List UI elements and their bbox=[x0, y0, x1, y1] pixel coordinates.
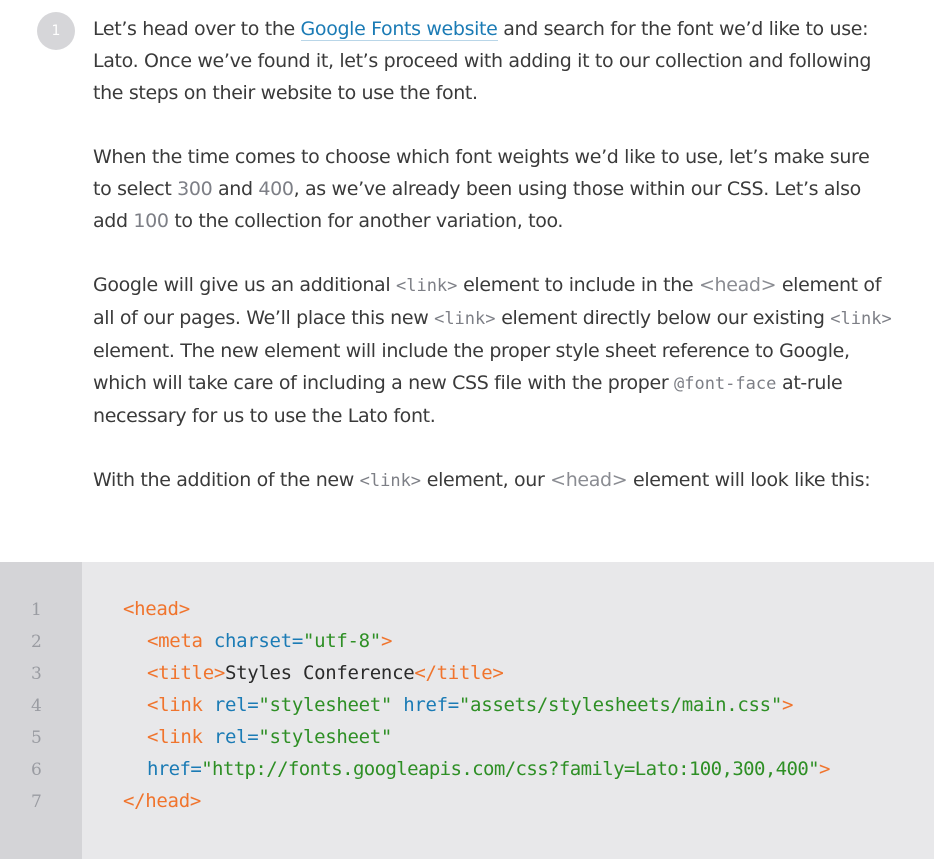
inline-code-font-face: @font-face bbox=[673, 374, 777, 394]
instruction-text: Let’s head over to the Google Fonts webs… bbox=[93, 13, 893, 529]
code-line-4: <link rel="stylesheet" href="assets/styl… bbox=[147, 694, 794, 716]
step-number-badge: 1 bbox=[37, 12, 75, 50]
line-number: 5 bbox=[31, 728, 42, 748]
code-line-7: </head> bbox=[123, 790, 201, 812]
inline-code-link: <link> bbox=[830, 309, 892, 329]
code-line-1: <head> bbox=[123, 598, 190, 620]
code-line-6: href="http://fonts.googleapis.com/css?fa… bbox=[147, 758, 830, 780]
inline-code-link: <link> bbox=[434, 309, 496, 329]
line-number: 7 bbox=[31, 792, 42, 812]
code-line-5: <link rel="stylesheet" bbox=[147, 726, 393, 748]
weight-100: 100 bbox=[133, 210, 169, 232]
line-number: 4 bbox=[31, 696, 42, 716]
paragraph-4: With the addition of the new <link> elem… bbox=[93, 469, 871, 491]
code-line-2: <meta charset="utf-8"> bbox=[147, 630, 393, 652]
line-number: 3 bbox=[31, 664, 42, 684]
line-number-gutter: 1 2 3 4 5 6 7 bbox=[0, 562, 82, 859]
inline-code-head: <head> bbox=[550, 469, 628, 491]
weight-300: 300 bbox=[177, 178, 213, 200]
paragraph-3: Google will give us an additional <link>… bbox=[93, 274, 892, 427]
line-number: 1 bbox=[31, 600, 42, 620]
line-number: 6 bbox=[31, 760, 42, 780]
google-fonts-link[interactable]: Google Fonts website bbox=[300, 18, 498, 41]
paragraph-1: Let’s head over to the Google Fonts webs… bbox=[93, 18, 872, 104]
code-line-3: <title>Styles Conference</title> bbox=[147, 662, 504, 684]
weight-400: 400 bbox=[258, 178, 294, 200]
paragraph-2: When the time comes to choose which font… bbox=[93, 146, 870, 232]
inline-code-link: <link> bbox=[395, 276, 458, 296]
inline-code-head: <head> bbox=[698, 274, 777, 296]
line-number: 2 bbox=[31, 632, 42, 652]
inline-code-link: <link> bbox=[359, 471, 422, 491]
code-block: 1 2 3 4 5 6 7 <head> <meta charset="utf-… bbox=[0, 562, 934, 859]
